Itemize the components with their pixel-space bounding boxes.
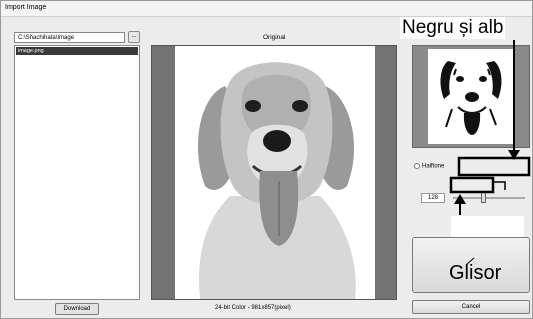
ok-button[interactable]: Glisor: [412, 237, 530, 293]
cancel-button[interactable]: Cancel: [412, 300, 530, 314]
browse-button[interactable]: ...: [128, 31, 140, 43]
folder-path-field[interactable]: C:\Shachihata\Image: [14, 32, 125, 43]
dog-photo: [175, 46, 375, 299]
import-image-dialog: Import Image C:\Shachihata\Image ... ima…: [0, 0, 533, 319]
threshold-slider-track[interactable]: [453, 197, 525, 199]
halftone-option[interactable]: Halftone: [414, 163, 444, 170]
file-list-item[interactable]: image.png: [16, 47, 138, 55]
threshold-value-field[interactable]: 128: [421, 193, 445, 203]
threshold-slider-handle[interactable]: [481, 192, 486, 203]
window-title: Import Image: [5, 4, 47, 11]
download-button[interactable]: Download: [55, 303, 99, 315]
halftone-radio[interactable]: [414, 163, 420, 169]
image-info-label: 24-bit Color - 981x857(pixel): [215, 305, 291, 311]
halftone-label: Halftone: [422, 163, 445, 170]
bw-dog-thumbnail: [428, 49, 514, 144]
original-image: [175, 46, 375, 299]
bw-preview-frame: [412, 45, 530, 148]
ok-button-label: Glisor: [449, 262, 502, 284]
preview-frame: [151, 45, 397, 300]
annotation-label: Negru și alb: [400, 17, 506, 39]
file-list[interactable]: image.png: [14, 45, 140, 300]
preview-title: Original: [263, 34, 286, 41]
bw-preview-image: [428, 49, 514, 144]
title-bar: Import Image: [1, 1, 532, 17]
